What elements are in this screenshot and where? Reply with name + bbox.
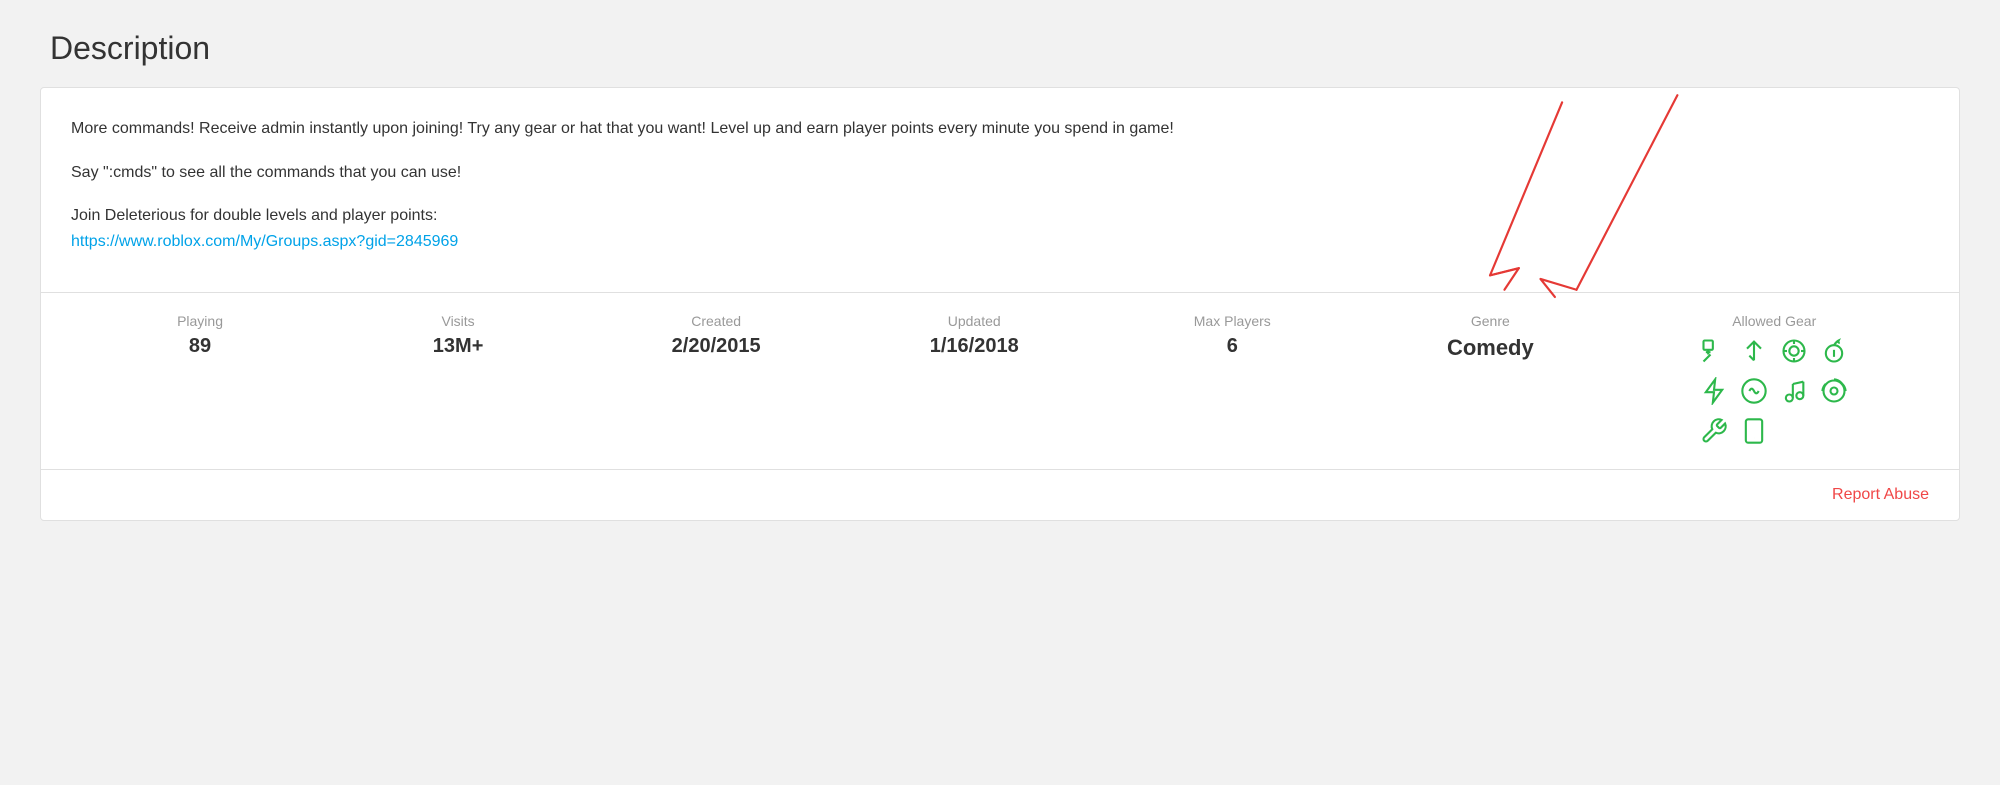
genre-label: Genre [1471, 313, 1510, 329]
stats-section: Playing 89 Visits 13M+ Created 2/20/2015… [41, 292, 1959, 469]
description-paragraph-1: More commands! Receive admin instantly u… [71, 116, 1929, 142]
explosive-icon [1818, 335, 1850, 367]
visits-label: Visits [441, 313, 474, 329]
social-icon [1738, 375, 1770, 407]
footer-section: Report Abuse [41, 469, 1959, 520]
allowed-gear-label: Allowed Gear [1732, 313, 1816, 329]
device-icon [1738, 415, 1770, 447]
page-title: Description [40, 30, 1960, 67]
music-icon [1778, 375, 1810, 407]
description-paragraph-3: Join Deleterious for double levels and p… [71, 203, 1929, 254]
description-paragraph-2: Say ":cmds" to see all the commands that… [71, 160, 1929, 186]
description-content: More commands! Receive admin instantly u… [41, 88, 1959, 292]
transport-icon [1818, 375, 1850, 407]
ranged-icon [1778, 335, 1810, 367]
playing-value: 89 [189, 335, 211, 358]
report-abuse-button[interactable]: Report Abuse [1832, 486, 1929, 504]
updated-label: Updated [948, 313, 1001, 329]
gear-icons-grid [1696, 333, 1852, 449]
visits-value: 13M+ [433, 335, 484, 358]
stat-updated: Updated 1/16/2018 [845, 313, 1103, 358]
max-players-value: 6 [1227, 335, 1238, 358]
updated-value: 1/16/2018 [930, 335, 1019, 358]
playing-label: Playing [177, 313, 223, 329]
stat-playing: Playing 89 [71, 313, 329, 358]
stat-genre: Genre Comedy [1361, 313, 1619, 361]
stat-max-players: Max Players 6 [1103, 313, 1361, 358]
power-up-icon [1698, 375, 1730, 407]
build-icon [1698, 415, 1730, 447]
max-players-label: Max Players [1194, 313, 1271, 329]
created-label: Created [691, 313, 741, 329]
stat-created: Created 2/20/2015 [587, 313, 845, 358]
genre-value: Comedy [1447, 335, 1534, 361]
melee-icon [1698, 335, 1730, 367]
stat-visits: Visits 13M+ [329, 313, 587, 358]
navigation-icon [1738, 335, 1770, 367]
group-link[interactable]: https://www.roblox.com/My/Groups.aspx?gi… [71, 233, 458, 250]
stat-allowed-gear: Allowed Gear [1619, 313, 1929, 449]
description-panel: More commands! Receive admin instantly u… [40, 87, 1960, 521]
created-value: 2/20/2015 [672, 335, 761, 358]
